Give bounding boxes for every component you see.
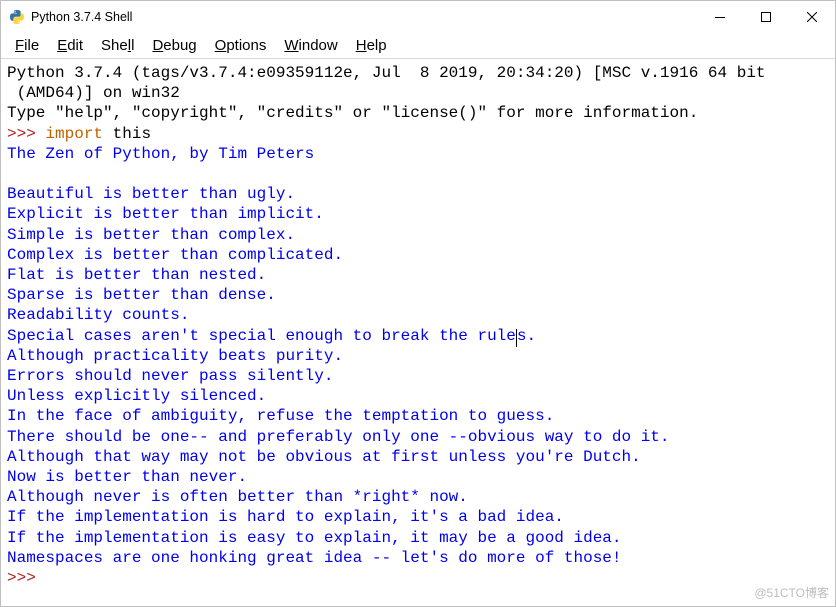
prompt-2: >>>	[7, 569, 36, 587]
menu-window[interactable]: Window	[276, 36, 345, 55]
zen-line: If the implementation is easy to explain…	[7, 529, 622, 547]
text-caret	[516, 329, 517, 347]
menu-file[interactable]: File	[7, 36, 47, 55]
shell-output[interactable]: Python 3.7.4 (tags/v3.7.4:e09359112e, Ju…	[1, 59, 835, 606]
zen-line: Although never is often better than *rig…	[7, 488, 468, 506]
menu-debug[interactable]: Debug	[144, 36, 204, 55]
zen-line: Flat is better than nested.	[7, 266, 266, 284]
window: Python 3.7.4 Shell File Edit Shell Debug…	[0, 0, 836, 607]
banner-line-2: (AMD64)] on win32	[7, 84, 180, 102]
zen-line: Readability counts.	[7, 306, 189, 324]
zen-title: The Zen of Python, by Tim Peters	[7, 145, 314, 163]
zen-line: Explicit is better than implicit.	[7, 205, 324, 223]
menu-edit[interactable]: Edit	[49, 36, 91, 55]
zen-line: Beautiful is better than ugly.	[7, 185, 295, 203]
titlebar[interactable]: Python 3.7.4 Shell	[1, 1, 835, 33]
zen-line: Unless explicitly silenced.	[7, 387, 266, 405]
zen-line: Simple is better than complex.	[7, 226, 295, 244]
close-button[interactable]	[789, 1, 835, 33]
zen-line: Complex is better than complicated.	[7, 246, 343, 264]
module-this: this	[103, 125, 151, 143]
menubar: File Edit Shell Debug Options Window Hel…	[1, 33, 835, 58]
window-controls	[697, 1, 835, 33]
python-icon	[9, 9, 25, 25]
zen-line: Sparse is better than dense.	[7, 286, 276, 304]
zen-line: In the face of ambiguity, refuse the tem…	[7, 407, 554, 425]
maximize-button[interactable]	[743, 1, 789, 33]
zen-line: Although practicality beats purity.	[7, 347, 343, 365]
zen-line: There should be one-- and preferably onl…	[7, 428, 670, 446]
keyword-import: import	[45, 125, 103, 143]
menu-help[interactable]: Help	[348, 36, 395, 55]
watermark: @51CTO博客	[754, 583, 829, 603]
minimize-button[interactable]	[697, 1, 743, 33]
menu-shell[interactable]: Shell	[93, 36, 142, 55]
prompt-1: >>>	[7, 125, 36, 143]
zen-line: Errors should never pass silently.	[7, 367, 333, 385]
window-title: Python 3.7.4 Shell	[31, 10, 132, 24]
zen-line: Although that way may not be obvious at …	[7, 448, 641, 466]
banner-line-1: Python 3.7.4 (tags/v3.7.4:e09359112e, Ju…	[7, 64, 766, 82]
menu-options[interactable]: Options	[207, 36, 275, 55]
zen-line: If the implementation is hard to explain…	[7, 508, 564, 526]
zen-line: Namespaces are one honking great idea --…	[7, 549, 622, 567]
zen-line: Special cases aren't special enough to b…	[7, 327, 516, 345]
zen-line: Now is better than never.	[7, 468, 247, 486]
banner-line-3: Type "help", "copyright", "credits" or "…	[7, 104, 698, 122]
